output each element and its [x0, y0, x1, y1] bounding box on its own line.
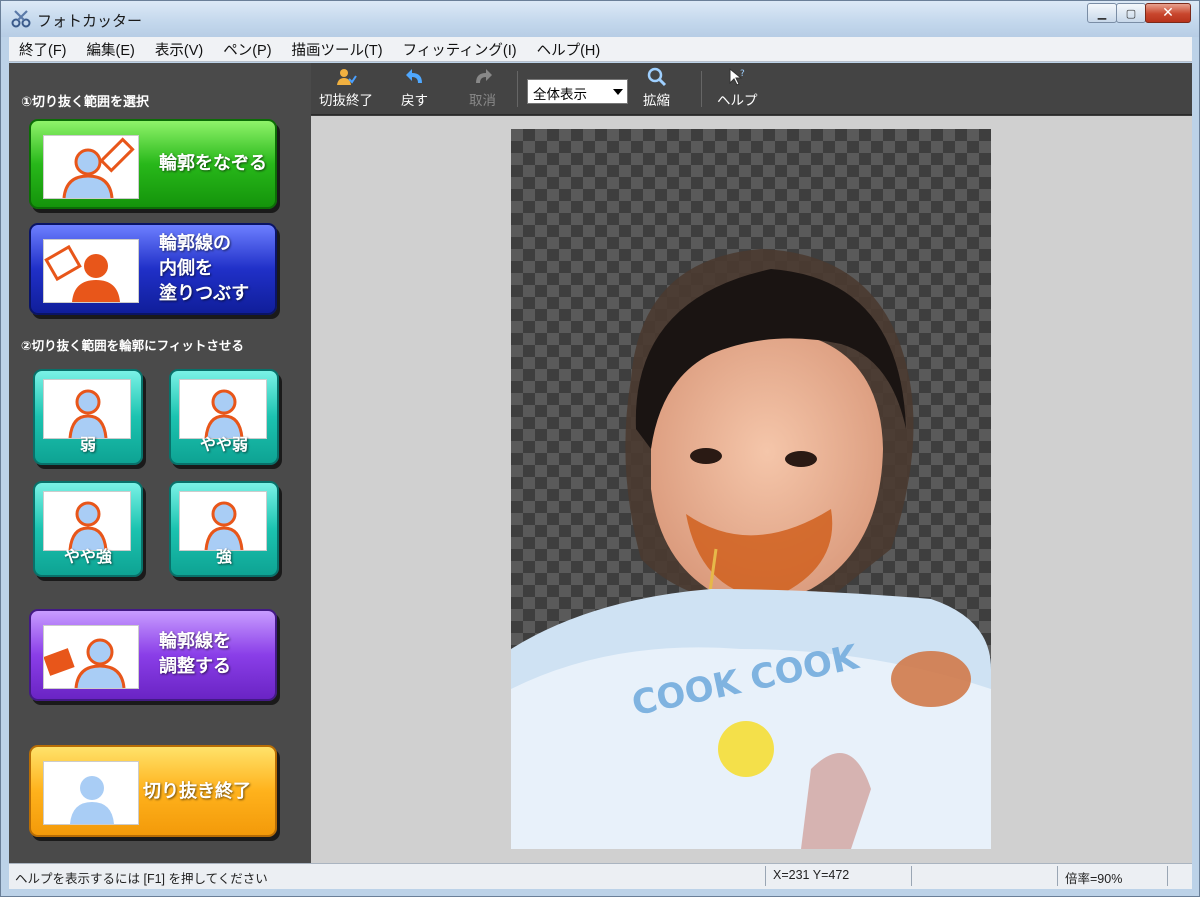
menu-draw-tool[interactable]: 描画ツール(T) [282, 39, 393, 60]
menu-bar: 終了(F) 編集(E) 表示(V) ペン(P) 描画ツール(T) フィッティング… [9, 37, 1192, 62]
cut-finish-label: 切抜終了 [319, 93, 373, 108]
fill-inside-button[interactable]: 輪郭線の 内側を 塗りつぶす [29, 223, 277, 315]
step1-label: ①切り抜く範囲を選択 [21, 95, 150, 110]
status-coordinates: X=231 Y=472 [773, 868, 850, 882]
minimize-button[interactable]: ▁ [1087, 3, 1117, 23]
title-bar[interactable]: フォトカッター ▁ ▢ ✕ [1, 1, 1199, 37]
fill-inside-label: 輪郭線の 内側を 塗りつぶす [159, 233, 250, 304]
status-divider [1057, 866, 1058, 886]
left-panel: ①切り抜く範囲を選択 輪郭をなぞる 輪郭線の 内側を 塗りつぶす ②切り抜く範囲… [9, 63, 311, 863]
maximize-button[interactable]: ▢ [1116, 3, 1146, 23]
fit-strong-button[interactable]: 強 [169, 481, 279, 577]
status-bar: ヘルプを表示するには [F1] を押してください X=231 Y=472 倍率=… [9, 863, 1192, 889]
menu-pen[interactable]: ペン(P) [213, 39, 281, 60]
fit-weak-label: 弱 [79, 435, 96, 454]
adjust-outline-button[interactable]: 輪郭線を 調整する [29, 609, 277, 701]
adjust-illustration-icon [43, 625, 139, 689]
dropdown-arrow-icon [613, 89, 623, 95]
photo-canvas[interactable]: COOK COOK [511, 129, 991, 849]
fit-slightly-weak-button[interactable]: やや弱 [169, 369, 279, 465]
person-check-icon [337, 69, 357, 85]
finish-cut-button[interactable]: 切り抜き終了 [29, 745, 277, 837]
undo-label: 戻す [401, 93, 428, 108]
trace-illustration-icon [43, 135, 139, 199]
adjust-outline-label: 輪郭線を 調整する [159, 631, 231, 677]
trace-outline-button[interactable]: 輪郭をなぞる [29, 119, 277, 209]
step2-label: ②切り抜く範囲を輪郭にフィットさせる [21, 338, 244, 353]
help-cursor-icon: ? [729, 67, 745, 86]
status-divider [765, 866, 766, 886]
menu-help[interactable]: ヘルプ(H) [527, 39, 611, 60]
photo-image: COOK COOK [511, 249, 991, 849]
fit-weak-icon [43, 379, 131, 439]
maximize-icon: ▢ [1125, 6, 1137, 20]
client-area: ①切り抜く範囲を選択 輪郭をなぞる 輪郭線の 内側を 塗りつぶす ②切り抜く範囲… [9, 63, 1192, 863]
zoom-mode-value: 全体表示 [533, 87, 587, 102]
status-divider [1167, 866, 1168, 886]
fit-slightly-strong-icon [43, 491, 131, 551]
cut-finish-tool[interactable]: 切抜終了 [319, 67, 373, 109]
zoom-tool[interactable]: 拡縮 [643, 67, 670, 109]
scissors-icon [11, 10, 31, 28]
trace-outline-label: 輪郭をなぞる [159, 153, 267, 174]
magnifier-icon [647, 67, 666, 87]
window-title: フォトカッター [37, 12, 143, 30]
svg-text:?: ? [740, 69, 745, 79]
fit-slightly-weak-icon [179, 379, 267, 439]
cancel-label: 取消 [469, 93, 496, 108]
status-zoom: 倍率=90% [1065, 872, 1123, 886]
canvas-area[interactable]: COOK COOK [311, 116, 1192, 863]
status-help-hint: ヘルプを表示するには [F1] を押してください [15, 872, 268, 886]
minimize-icon: ▁ [1097, 6, 1107, 20]
help-label: ヘルプ [717, 93, 758, 108]
fit-slightly-weak-label: やや弱 [199, 435, 248, 454]
menu-fitting[interactable]: フィッティング(I) [393, 39, 527, 60]
toolbar-separator [517, 71, 518, 107]
zoom-label: 拡縮 [643, 93, 670, 108]
toolbar: 切抜終了 戻す 取消 全体表示 拡縮 ? ヘルプ [311, 63, 1192, 115]
zoom-mode-select[interactable]: 全体表示 [527, 79, 628, 104]
status-divider [911, 866, 912, 886]
undo-tool[interactable]: 戻す [401, 67, 428, 109]
cancel-tool[interactable]: 取消 [469, 67, 496, 109]
fit-strong-icon [179, 491, 267, 551]
finish-illustration-icon [43, 761, 139, 825]
toolbar-separator [701, 71, 702, 107]
redo-icon [475, 69, 492, 83]
menu-exit[interactable]: 終了(F) [9, 39, 77, 60]
fit-weak-button[interactable]: 弱 [33, 369, 143, 465]
app-window: フォトカッター ▁ ▢ ✕ 終了(F) 編集(E) 表示(V) ペン(P) 描画… [0, 0, 1200, 897]
close-button[interactable]: ✕ [1145, 3, 1191, 23]
menu-view[interactable]: 表示(V) [145, 39, 213, 60]
undo-icon [405, 69, 422, 83]
close-icon: ✕ [1162, 5, 1174, 21]
fit-slightly-strong-button[interactable]: やや強 [33, 481, 143, 577]
fill-illustration-icon [43, 239, 139, 303]
fit-slightly-strong-label: やや強 [63, 547, 112, 566]
fit-strong-label: 強 [215, 547, 232, 566]
menu-edit[interactable]: 編集(E) [77, 39, 145, 60]
finish-cut-label: 切り抜き終了 [143, 781, 251, 802]
help-tool[interactable]: ? ヘルプ [717, 67, 758, 109]
